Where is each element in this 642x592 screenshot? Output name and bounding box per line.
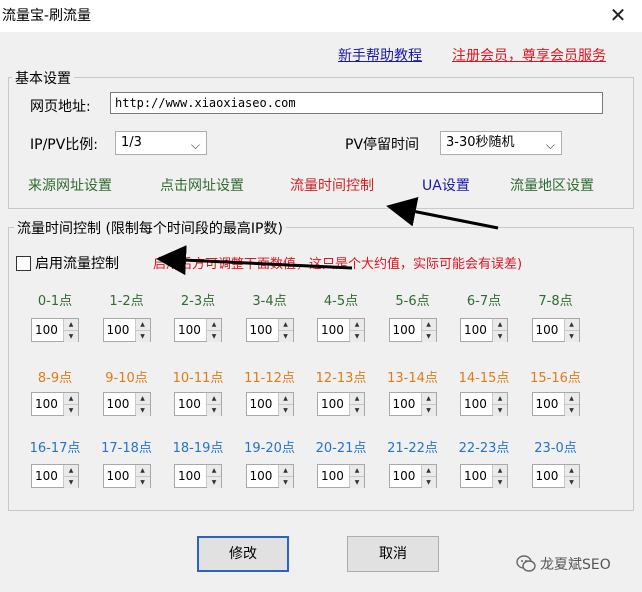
- modify-button[interactable]: 修改: [197, 536, 289, 572]
- arrow-to-time-control: [386, 196, 499, 230]
- watermark-text: 龙夏斌SEO: [540, 557, 611, 573]
- cancel-button[interactable]: 取消: [347, 536, 439, 572]
- arrow-to-enable-checkbox: [156, 245, 353, 276]
- watermark: 龙夏斌SEO: [516, 554, 611, 574]
- wechat-icon: [516, 555, 536, 572]
- annotation-arrows: [156, 196, 499, 276]
